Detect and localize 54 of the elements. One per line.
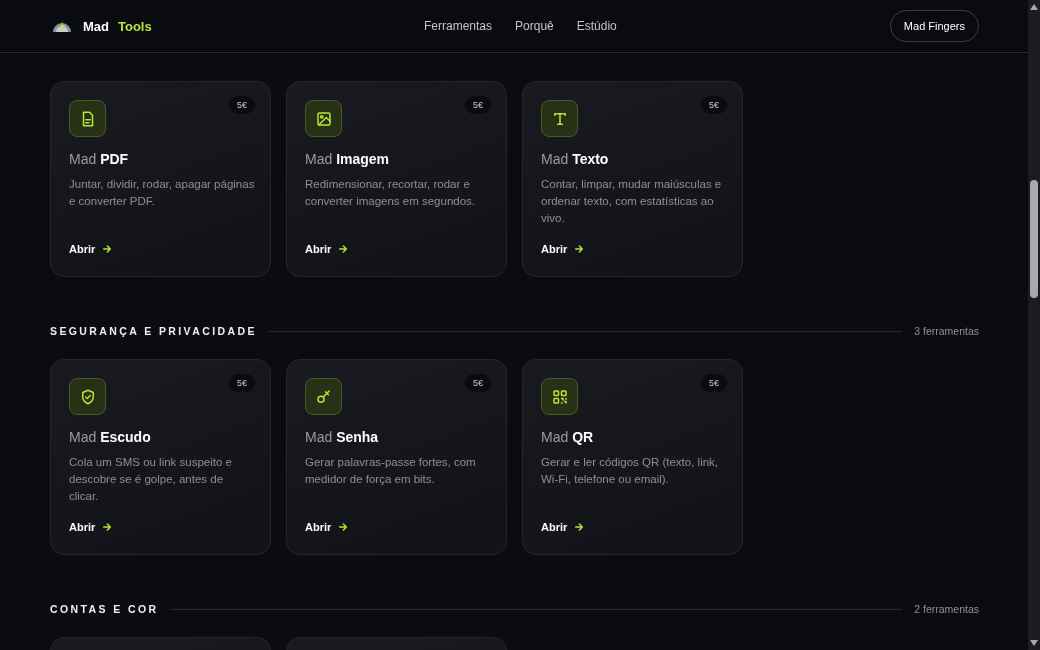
tool-description: Contar, limpar, mudar maiúsculas e ordenar texto, com estatísticas ao vivo. xyxy=(541,177,723,226)
arrow-icon xyxy=(102,244,113,254)
open-link[interactable]: Abrir xyxy=(541,243,585,255)
nav-link[interactable]: Porquê xyxy=(515,19,554,33)
section-title: SEGURANÇA E PRIVACIDADE xyxy=(50,325,257,337)
tool-card[interactable]: 5€ Mad Texto Contar, limpar, mudar maiúsculas e ordenar texto, com estatísticas ao vivo. Abrir xyxy=(522,81,743,277)
tool-card[interactable]: 5€ Mad Senha Gerar palavras-passe fortes, com medidor de força em bits. Abrir xyxy=(286,359,507,555)
price-badge: 5€ xyxy=(229,96,255,114)
nav-link[interactable]: Estúdio xyxy=(576,19,617,33)
tool-card[interactable]: 5€ Mad QR Gerar e ler códigos QR (texto, link, Wi-Fi, telefone ou email). Abrir xyxy=(522,359,743,555)
brand-name[interactable]: Mad xyxy=(83,18,109,34)
tool-icon xyxy=(305,100,342,137)
tool-description: Juntar, dividir, rodar, apagar páginas e converter PDF. xyxy=(69,177,255,209)
arrow-icon xyxy=(574,522,585,532)
price-badge: 5€ xyxy=(465,96,491,114)
arrow-icon xyxy=(338,522,349,532)
arrow-icon xyxy=(338,244,349,254)
tool-title: Mad Senha xyxy=(305,429,380,445)
tool-title: Mad PDF xyxy=(69,151,130,167)
price-badge: 5€ xyxy=(229,374,255,392)
tool-title: Mad Texto xyxy=(541,151,610,167)
arrow-icon xyxy=(574,244,585,254)
open-link[interactable]: Abrir xyxy=(305,521,349,533)
tool-icon xyxy=(69,100,106,137)
tool-count: 2 ferramentas xyxy=(914,603,979,615)
open-link[interactable]: Abrir xyxy=(69,521,113,533)
tool-icon xyxy=(305,378,342,415)
tool-title: Mad Escudo xyxy=(69,429,152,445)
section-title: CONTAS E COR xyxy=(50,603,159,615)
brand-accent[interactable]: Tools xyxy=(118,18,152,34)
tool-description: Gerar e ler códigos QR (texto, link, Wi-Fi, telefone ou email). xyxy=(541,455,720,487)
arrow-icon xyxy=(102,522,113,532)
open-link[interactable]: Abrir xyxy=(305,243,349,255)
tool-description: Cola um SMS ou link suspeito e descobre se é golpe, antes de clicar. xyxy=(69,455,233,504)
tool-icon xyxy=(541,100,578,137)
tool-count: 3 ferramentas xyxy=(914,325,979,337)
tool-title: Mad Imagem xyxy=(305,151,391,167)
tool-card[interactable]: 5€ Mad Escudo Cola um SMS ou link suspeito e descobre se é golpe, antes de clicar. Abrir xyxy=(50,359,271,555)
price-badge: 5€ xyxy=(465,374,491,392)
tool-title: Mad QR xyxy=(541,429,595,445)
tool-description: Redimensionar, recortar, rodar e converter imagens em segundos. xyxy=(305,177,477,209)
tool-card[interactable]: 5€ Mad Imagem Redimensionar, recortar, rodar e converter imagens em segundos. Abrir xyxy=(286,81,507,277)
open-link[interactable]: Abrir xyxy=(541,521,585,533)
tool-icon xyxy=(69,378,106,415)
tool-icon xyxy=(541,378,578,415)
price-badge: 5€ xyxy=(701,374,727,392)
price-badge: 5€ xyxy=(701,96,727,114)
tool-card[interactable]: 5€ Mad PDF Juntar, dividir, rodar, apagar páginas e converter PDF. Abrir xyxy=(50,81,271,277)
scrollbar[interactable] xyxy=(1028,0,1040,650)
tool-description: Gerar palavras-passe fortes, com medidor de força em bits. xyxy=(305,455,477,487)
header-button[interactable]: Mad Fingers xyxy=(889,10,979,42)
open-link[interactable]: Abrir xyxy=(69,243,113,255)
nav-link[interactable]: Ferramentas xyxy=(424,19,493,33)
logo-icon xyxy=(52,19,72,33)
